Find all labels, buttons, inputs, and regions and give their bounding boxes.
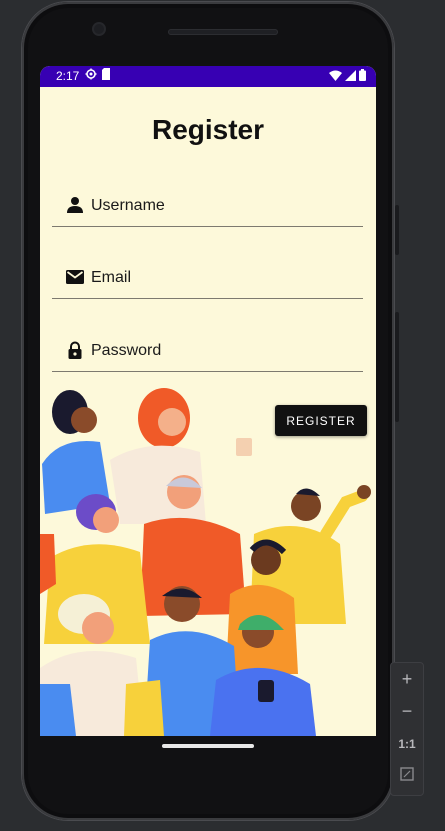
fit-screen-icon — [400, 767, 414, 781]
actual-size-button[interactable]: 1:1 — [391, 737, 423, 751]
zoom-out-button[interactable]: − — [391, 701, 423, 722]
wifi-icon — [329, 70, 342, 81]
status-bar: 2:17 — [40, 66, 376, 87]
emulator-zoom-panel: + − 1:1 — [390, 662, 424, 796]
navigation-home-bar[interactable] — [162, 744, 254, 748]
zoom-in-button[interactable]: + — [391, 669, 423, 690]
username-field[interactable]: Username — [52, 186, 363, 227]
status-time: 2:17 — [56, 69, 80, 83]
people-crowd-illustration — [40, 388, 371, 736]
page-title: Register — [151, 114, 265, 145]
password-field[interactable]: Password — [52, 331, 363, 372]
username-label: Username — [91, 197, 165, 214]
app-screen: 2:17 Register Username Email Password RE… — [40, 66, 376, 736]
earpiece-speaker — [168, 29, 278, 35]
email-field[interactable]: Email — [52, 258, 363, 299]
register-button[interactable]: REGISTER — [275, 405, 367, 436]
fit-screen-button[interactable] — [391, 767, 423, 784]
mail-icon — [66, 270, 84, 284]
password-label: Password — [91, 342, 162, 359]
lock-icon — [68, 341, 82, 359]
sd-card-icon — [102, 68, 110, 80]
settings-icon — [85, 68, 97, 80]
signal-icon — [345, 69, 356, 81]
battery-icon — [359, 69, 366, 81]
front-camera — [94, 24, 104, 34]
volume-button[interactable] — [395, 312, 399, 422]
person-icon — [67, 197, 83, 213]
power-button[interactable] — [395, 205, 399, 255]
email-label: Email — [91, 269, 132, 286]
